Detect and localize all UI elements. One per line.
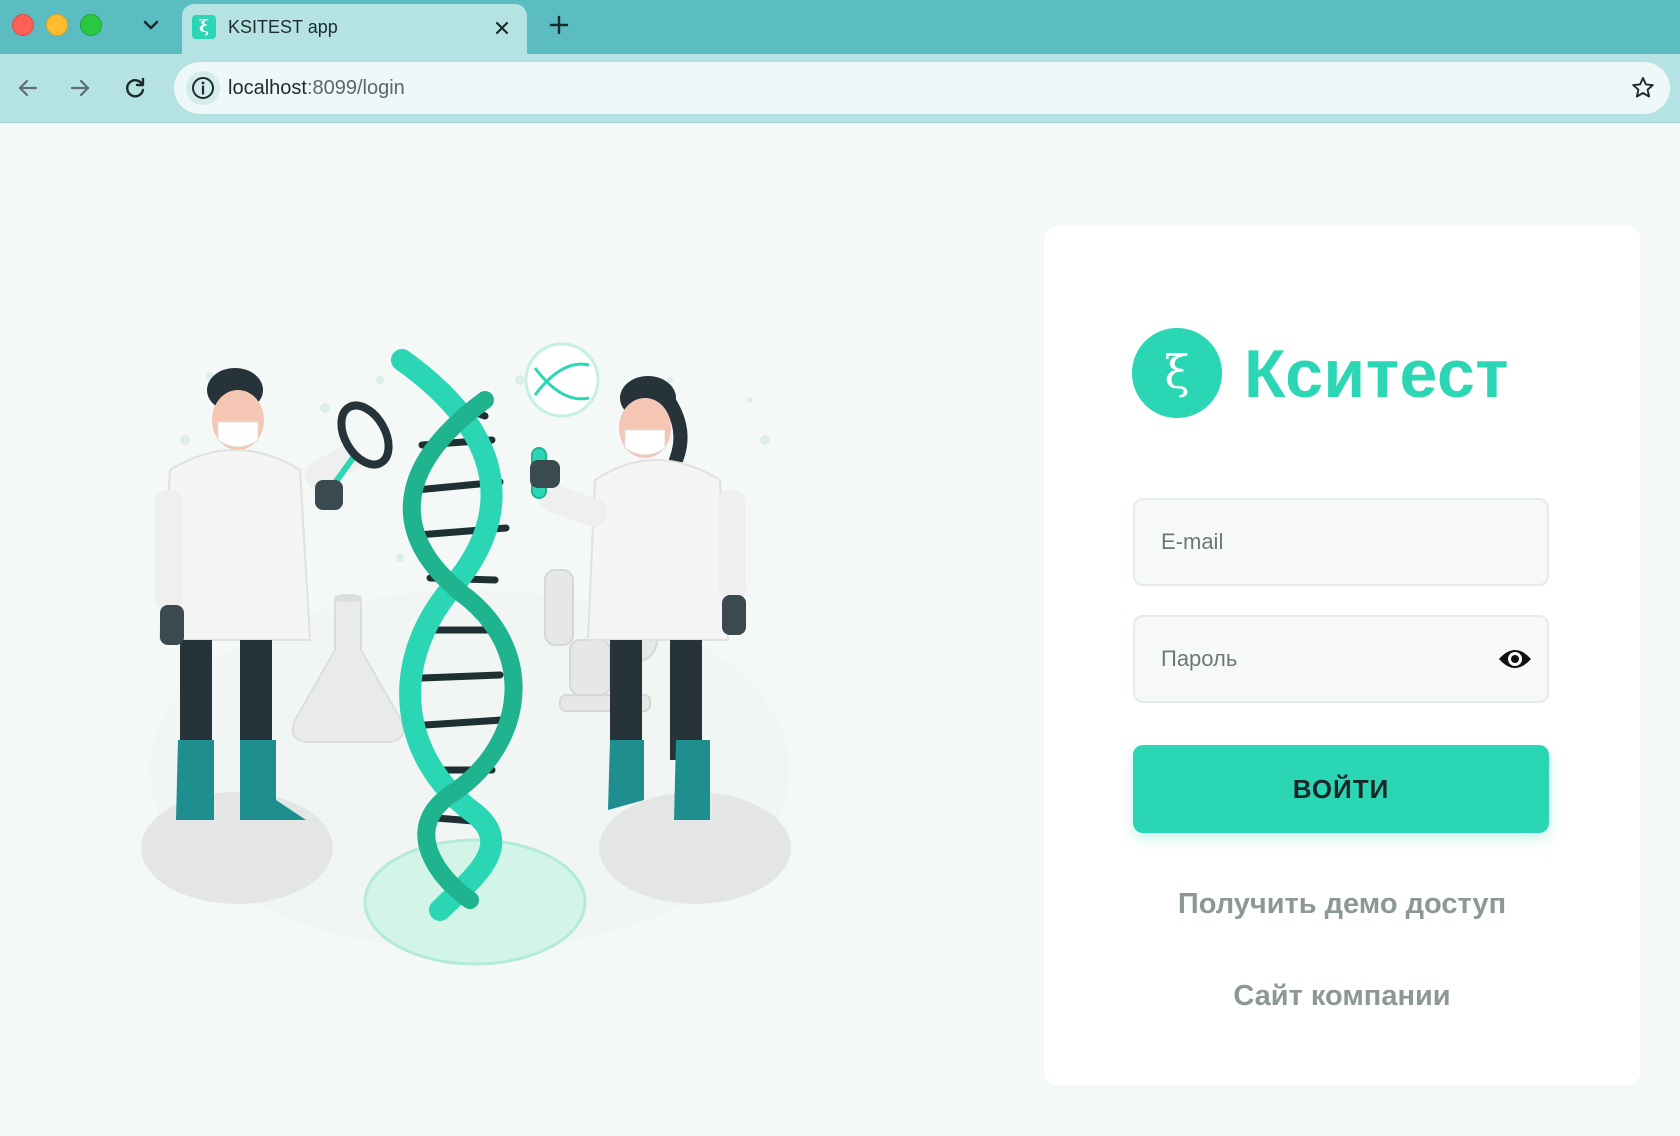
url-host: localhost [228,77,307,99]
email-field[interactable] [1133,498,1549,586]
demo-access-link[interactable]: Получить демо доступ [1044,888,1640,921]
brand-name: Кситест [1244,336,1510,412]
site-info-icon[interactable] [186,71,220,105]
close-window-button[interactable] [12,14,34,36]
address-bar[interactable]: localhost:8099/login [174,62,1670,114]
tab-title: KSITEST app [228,17,338,37]
back-arrow-icon[interactable] [14,74,42,102]
login-card: ξ Кситест ВОЙТИ Получить демо доступ Сай… [1044,226,1640,1086]
bookmark-star-icon[interactable] [1630,75,1656,101]
company-site-link[interactable]: Сайт компании [1044,980,1640,1013]
maximize-window-button[interactable] [80,14,102,36]
browser-tab[interactable]: ξ KSITEST app [182,4,527,54]
tab-list-chevron-icon[interactable] [138,12,164,38]
password-input[interactable] [1135,617,1547,701]
url-path: :8099/login [306,77,405,99]
reload-icon[interactable] [121,74,149,102]
ksitest-favicon-icon: ξ [192,15,216,39]
url-text: localhost:8099/login [228,77,405,100]
minimize-window-button[interactable] [46,14,68,36]
login-button[interactable]: ВОЙТИ [1133,745,1549,833]
email-input[interactable] [1135,500,1547,584]
scientists-dna-illustration [141,342,791,966]
browser-tab-strip: ξ KSITEST app [0,0,1680,54]
forward-arrow-icon[interactable] [66,74,94,102]
logo-symbol: ξ [1164,345,1189,399]
password-field[interactable] [1133,615,1549,703]
browser-toolbar: localhost:8099/login [0,54,1680,123]
show-password-eye-icon[interactable] [1497,645,1533,673]
close-tab-icon[interactable] [491,17,513,39]
new-tab-plus-icon[interactable] [546,12,572,38]
ksitest-logo-icon: ξ [1132,328,1222,418]
